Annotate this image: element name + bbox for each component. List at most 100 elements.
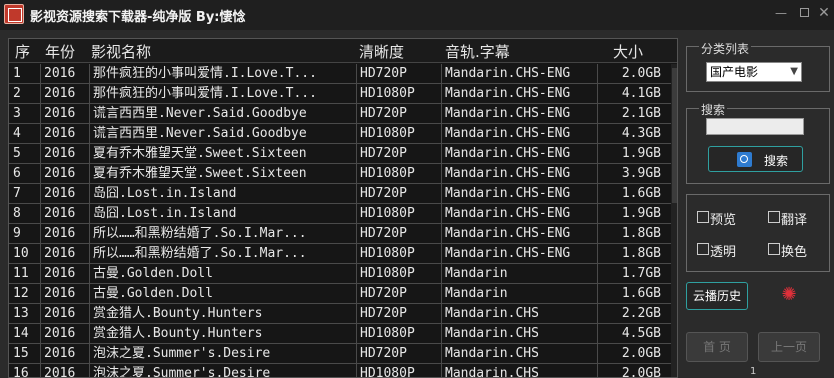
row-year: 2016 <box>40 244 89 264</box>
app-logo-icon <box>4 4 24 24</box>
table-row[interactable]: 3 2016 谎言西西里.Never.Said.Goodbye HD720P Manda… <box>9 104 671 124</box>
gear-icon[interactable]: ✺ <box>780 286 798 304</box>
table-row[interactable]: 4 2016 谎言西西里.Never.Said.Goodbye HD1080P Mand… <box>9 124 671 144</box>
row-size: 1.9GB <box>597 204 671 224</box>
row-title: 赏金猎人.Bounty.Hunters <box>89 304 356 324</box>
row-size: 1.6GB <box>597 184 671 204</box>
row-quality: HD720P <box>356 64 441 84</box>
category-selected-value: 国产电影 <box>710 65 759 79</box>
row-index: 4 <box>13 126 21 141</box>
row-quality: HD720P <box>356 284 441 304</box>
row-index: 16 <box>13 366 29 378</box>
row-audio: Mandarin.CHS <box>441 304 597 324</box>
cloud-history-button[interactable]: 云播历史 <box>686 282 748 310</box>
maximize-button[interactable] <box>795 4 813 22</box>
row-audio: Mandarin.CHS-ENG <box>441 84 597 104</box>
transparent-checkbox[interactable] <box>697 243 709 255</box>
translate-checkbox[interactable] <box>768 211 780 223</box>
row-audio: Mandarin.CHS-ENG <box>441 64 597 84</box>
row-audio: Mandarin <box>441 284 597 304</box>
minimize-button[interactable]: — <box>772 4 790 22</box>
row-audio: Mandarin.CHS-ENG <box>441 104 597 124</box>
row-size: 4.1GB <box>597 84 671 104</box>
column-header-year[interactable]: 年份 <box>45 41 75 62</box>
search-button[interactable]: 搜索 <box>708 146 803 172</box>
scrollbar-thumb[interactable] <box>672 68 677 203</box>
table-row[interactable]: 9 2016 所以……和黑粉结婚了.So.I.Mar... HD720P Mandari… <box>9 224 671 244</box>
row-audio: Mandarin.CHS-ENG <box>441 244 597 264</box>
row-year: 2016 <box>40 344 89 364</box>
table-row[interactable]: 16 2016 泡沫之夏.Summer's.Desire HD1080P Mandari… <box>9 364 671 378</box>
column-header-quality[interactable]: 清晰度 <box>359 41 404 62</box>
close-button[interactable]: ✕ <box>815 4 833 22</box>
row-index: 14 <box>13 326 29 341</box>
row-audio: Mandarin.CHS-ENG <box>441 204 597 224</box>
row-index: 7 <box>13 186 21 201</box>
row-size: 1.9GB <box>597 144 671 164</box>
table-row[interactable]: 8 2016 岛囧.Lost.in.Island HD1080P Mandarin.CH… <box>9 204 671 224</box>
row-title: 那件疯狂的小事叫爱情.I.Love.T... <box>89 84 356 104</box>
table-row[interactable]: 13 2016 赏金猎人.Bounty.Hunters HD720P Mandarin.… <box>9 304 671 324</box>
category-select[interactable]: 国产电影 ▼ <box>706 62 802 82</box>
movie-list[interactable]: 序 年份 影视名称 清晰度 音轨.字幕 大小 1 2016 那件疯狂的小事叫爱情.I… <box>8 38 678 378</box>
table-row[interactable]: 7 2016 岛囧.Lost.in.Island HD720P Mandarin.CHS… <box>9 184 671 204</box>
first-page-button[interactable]: 首 页 <box>686 332 748 362</box>
row-quality: HD1080P <box>356 244 441 264</box>
preview-checkbox[interactable] <box>697 211 709 223</box>
row-title: 夏有乔木雅望天堂.Sweet.Sixteen <box>89 144 356 164</box>
table-row[interactable]: 5 2016 夏有乔木雅望天堂.Sweet.Sixteen HD720P Mandari… <box>9 144 671 164</box>
table-row[interactable]: 6 2016 夏有乔木雅望天堂.Sweet.Sixteen HD1080P Mandar… <box>9 164 671 184</box>
table-row[interactable]: 15 2016 泡沫之夏.Summer's.Desire HD720P Mandarin… <box>9 344 671 364</box>
prev-page-button[interactable]: 上一页 <box>758 332 820 362</box>
row-audio: Mandarin.CHS <box>441 324 597 344</box>
row-year: 2016 <box>40 104 89 124</box>
row-title: 古曼.Golden.Doll <box>89 264 356 284</box>
table-row[interactable]: 12 2016 古曼.Golden.Doll HD720P Mandarin 1.6GB <box>9 284 671 304</box>
table-row[interactable]: 10 2016 所以……和黑粉结婚了.So.I.Mar... HD1080P Manda… <box>9 244 671 264</box>
row-index: 15 <box>13 346 29 361</box>
table-row[interactable]: 11 2016 古曼.Golden.Doll HD1080P Mandarin 1.7GB <box>9 264 671 284</box>
row-year: 2016 <box>40 304 89 324</box>
vertical-scrollbar[interactable] <box>671 64 677 377</box>
row-size: 1.7GB <box>597 264 671 284</box>
row-size: 1.6GB <box>597 284 671 304</box>
column-header-title[interactable]: 影视名称 <box>91 41 151 62</box>
row-size: 4.5GB <box>597 324 671 344</box>
row-size: 2.0GB <box>597 344 671 364</box>
row-title: 所以……和黑粉结婚了.So.I.Mar... <box>89 224 356 244</box>
table-row[interactable]: 1 2016 那件疯狂的小事叫爱情.I.Love.T... HD720P Mandari… <box>9 64 671 84</box>
row-year: 2016 <box>40 84 89 104</box>
maximize-icon <box>799 8 809 17</box>
skin-checkbox[interactable] <box>768 243 780 255</box>
skin-label: 换色 <box>781 245 808 260</box>
row-year: 2016 <box>40 264 89 284</box>
search-input[interactable] <box>706 118 804 135</box>
row-quality: HD720P <box>356 184 441 204</box>
row-audio: Mandarin.CHS-ENG <box>441 224 597 244</box>
row-title: 赏金猎人.Bounty.Hunters <box>89 324 356 344</box>
row-size: 1.8GB <box>597 244 671 264</box>
row-year: 2016 <box>40 364 89 377</box>
row-year: 2016 <box>40 184 89 204</box>
preview-label: 预览 <box>710 213 737 228</box>
search-label: 搜索 <box>699 101 728 118</box>
row-size: 3.9GB <box>597 164 671 184</box>
row-title: 谎言西西里.Never.Said.Goodbye <box>89 104 356 124</box>
column-header-index[interactable]: 序 <box>15 41 30 62</box>
row-title: 泡沫之夏.Summer's.Desire <box>89 344 356 364</box>
row-title: 那件疯狂的小事叫爱情.I.Love.T... <box>89 64 356 84</box>
row-year: 2016 <box>40 284 89 304</box>
transparent-label: 透明 <box>710 245 737 260</box>
column-header-audio[interactable]: 音轨.字幕 <box>445 41 510 62</box>
row-quality: HD1080P <box>356 324 441 344</box>
column-header-size[interactable]: 大小 <box>613 41 643 62</box>
row-title: 岛囧.Lost.in.Island <box>89 184 356 204</box>
row-quality: HD1080P <box>356 364 441 377</box>
table-row[interactable]: 2 2016 那件疯狂的小事叫爱情.I.Love.T... HD1080P Mandar… <box>9 84 671 104</box>
row-year: 2016 <box>40 224 89 244</box>
row-quality: HD720P <box>356 344 441 364</box>
table-row[interactable]: 14 2016 赏金猎人.Bounty.Hunters HD1080P Mandarin… <box>9 324 671 344</box>
row-audio: Mandarin.CHS <box>441 344 597 364</box>
row-size: 2.2GB <box>597 304 671 324</box>
row-title: 谎言西西里.Never.Said.Goodbye <box>89 124 356 144</box>
